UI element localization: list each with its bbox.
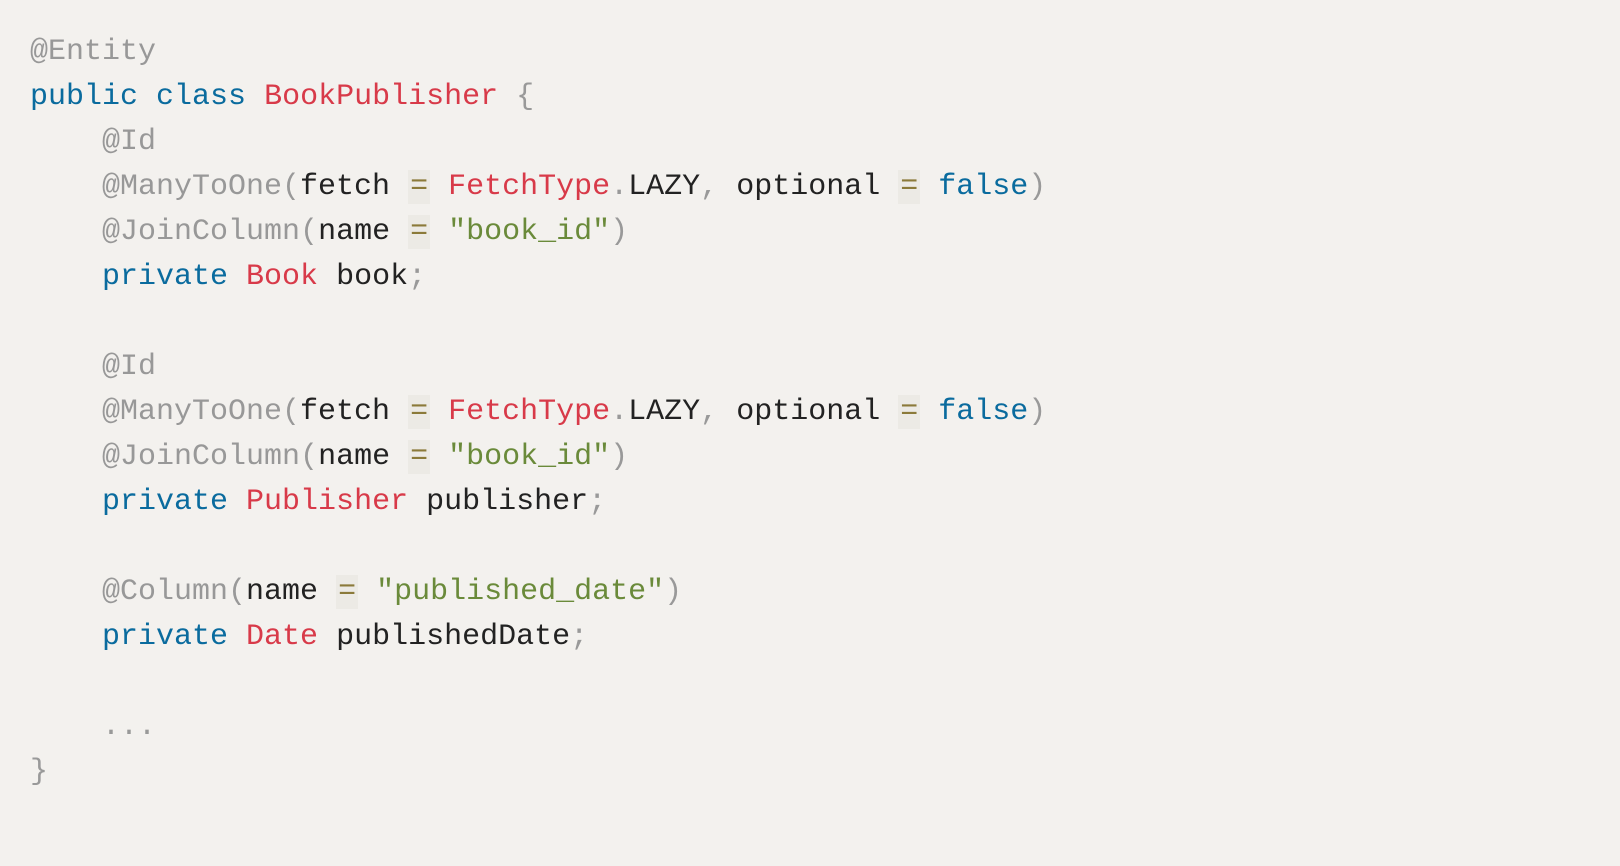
keyword-private: private <box>102 620 228 654</box>
var-book: book <box>336 260 408 294</box>
keyword-private: private <box>102 260 228 294</box>
lazy: LAZY <box>628 395 700 429</box>
paren: ( <box>282 395 300 429</box>
brace-close: } <box>30 755 48 789</box>
ellipsis: ... <box>102 710 156 744</box>
paren: ( <box>282 170 300 204</box>
equals-op: = <box>898 395 920 429</box>
var-publisheddate: publishedDate <box>336 620 570 654</box>
string-literal: "book_id" <box>448 440 610 474</box>
paren: ( <box>228 575 246 609</box>
dot: . <box>610 170 628 204</box>
dot: . <box>610 395 628 429</box>
type-book: Book <box>246 260 318 294</box>
annotation-manytoone: @ManyToOne <box>102 170 282 204</box>
comma: , <box>700 170 718 204</box>
annotation-column: @Column <box>102 575 228 609</box>
semicolon: ; <box>408 260 426 294</box>
param-name: name <box>318 440 390 474</box>
fetchtype: FetchType <box>448 395 610 429</box>
comma: , <box>700 395 718 429</box>
paren: ( <box>300 215 318 249</box>
param-optional: optional <box>736 395 880 429</box>
semicolon: ; <box>588 485 606 519</box>
code-block: @Entity public class BookPublisher { @Id… <box>30 30 1620 795</box>
keyword-private: private <box>102 485 228 519</box>
false-literal: false <box>938 170 1028 204</box>
paren: ) <box>610 215 628 249</box>
false-literal: false <box>938 395 1028 429</box>
param-fetch: fetch <box>300 170 390 204</box>
equals-op: = <box>336 575 358 609</box>
lazy: LAZY <box>628 170 700 204</box>
param-name: name <box>318 215 390 249</box>
annotation-entity: @Entity <box>30 35 156 69</box>
semicolon: ; <box>570 620 588 654</box>
param-name: name <box>246 575 318 609</box>
string-literal: "published_date" <box>376 575 664 609</box>
equals-op: = <box>408 395 430 429</box>
fetchtype: FetchType <box>448 170 610 204</box>
equals-op: = <box>898 170 920 204</box>
equals-op: = <box>408 215 430 249</box>
keyword-public: public <box>30 80 138 114</box>
annotation-id: @Id <box>102 125 156 159</box>
brace-open: { <box>516 80 534 114</box>
string-literal: "book_id" <box>448 215 610 249</box>
type-publisher: Publisher <box>246 485 408 519</box>
annotation-joincolumn: @JoinColumn <box>102 215 300 249</box>
annotation-manytoone: @ManyToOne <box>102 395 282 429</box>
annotation-id: @Id <box>102 350 156 384</box>
equals-op: = <box>408 440 430 474</box>
paren: ) <box>664 575 682 609</box>
var-publisher: publisher <box>426 485 588 519</box>
type-date: Date <box>246 620 318 654</box>
paren: ) <box>1028 395 1046 429</box>
paren: ) <box>1028 170 1046 204</box>
paren: ) <box>610 440 628 474</box>
equals-op: = <box>408 170 430 204</box>
class-name: BookPublisher <box>264 80 498 114</box>
keyword-class: class <box>156 80 246 114</box>
annotation-joincolumn: @JoinColumn <box>102 440 300 474</box>
paren: ( <box>300 440 318 474</box>
param-fetch: fetch <box>300 395 390 429</box>
param-optional: optional <box>736 170 880 204</box>
